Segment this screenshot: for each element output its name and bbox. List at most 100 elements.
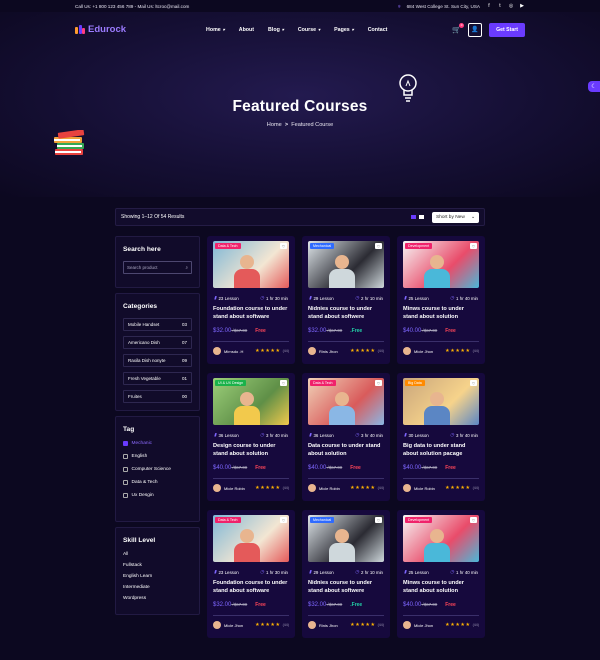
breadcrumb-home[interactable]: Home <box>267 122 282 128</box>
tag-item[interactable]: Ux Desgin <box>123 493 192 498</box>
instructor-name[interactable]: Micle Jhon <box>414 349 433 354</box>
course-thumbnail[interactable]: UI & UX Design ♡ <box>213 378 289 425</box>
avatar[interactable] <box>308 347 316 355</box>
course-card[interactable]: Data & Tech ♡ ▮ 23 Lesson ◷ 1 hr 30 min Fo… <box>207 510 295 638</box>
list-view-icon[interactable] <box>419 215 424 219</box>
category-badge[interactable]: Data & Tech <box>310 380 336 386</box>
heart-icon[interactable]: ♡ <box>375 380 382 386</box>
course-thumbnail[interactable]: Big Data ♡ <box>403 378 479 425</box>
course-title[interactable]: Nidnies course to under stand about soft… <box>308 306 384 322</box>
category-badge[interactable]: Development <box>405 517 433 523</box>
moon-icon[interactable]: ☾ <box>588 81 600 92</box>
instructor-name[interactable]: Mirnsdo .H <box>224 349 243 354</box>
heart-icon[interactable]: ♡ <box>375 517 382 523</box>
course-card[interactable]: Development ♡ ▮ 25 Lesson ◷ 1 hr 40 min Mi… <box>397 236 485 364</box>
course-thumbnail[interactable]: Data & Tech ♡ <box>308 378 384 425</box>
category-item[interactable]: Raxila Dish nonyte 09 <box>123 354 192 367</box>
course-title[interactable]: Foundation course to under stand about s… <box>213 306 289 322</box>
instructor-name[interactable]: Micle Robin <box>414 486 435 491</box>
skill-level-item[interactable]: Wordpress <box>123 596 192 601</box>
checkbox[interactable] <box>123 493 128 498</box>
course-card[interactable]: Big Data ♡ ▮ 30 Lesson ◷ 3 hr 40 min Big d… <box>397 373 485 501</box>
skill-level-item[interactable]: All <box>123 552 192 557</box>
facebook-icon[interactable]: f <box>486 3 492 9</box>
checkbox[interactable] <box>123 441 128 446</box>
avatar[interactable] <box>403 484 411 492</box>
tag-item[interactable]: Computer Science <box>123 467 192 472</box>
category-badge[interactable]: UI & UX Design <box>215 380 247 386</box>
course-thumbnail[interactable]: Data & Tech ♡ <box>213 515 289 562</box>
heart-icon[interactable]: ♡ <box>280 517 287 523</box>
course-title[interactable]: Minws course to under stand about soluti… <box>403 306 479 322</box>
course-title[interactable]: Data course to under stand about solutio… <box>308 443 384 459</box>
course-title[interactable]: Foundation course to under stand about s… <box>213 580 289 596</box>
nav-about[interactable]: About <box>239 27 254 33</box>
course-thumbnail[interactable]: Mechanical ♡ <box>308 515 384 562</box>
avatar[interactable] <box>308 621 316 629</box>
course-card[interactable]: Mechanical ♡ ▮ 29 Lesson ◷ 2 hr 10 min Nid… <box>302 236 390 364</box>
instructor-name[interactable]: Rinis Jhon <box>319 623 338 628</box>
category-item[interactable]: Fresh Vegetable 01 <box>123 372 192 385</box>
brand-logo[interactable]: Edurock <box>75 24 126 35</box>
get-start-button[interactable]: Get Start <box>489 22 525 37</box>
heart-icon[interactable]: ♡ <box>280 243 287 249</box>
nav-course[interactable]: Course ▾ <box>298 27 320 33</box>
search-icon[interactable]: ⌕ <box>185 265 188 270</box>
user-icon[interactable]: 👤 <box>468 22 483 37</box>
course-title[interactable]: Minws course to under stand about soluti… <box>403 580 479 596</box>
skill-level-item[interactable]: English Learn <box>123 574 192 579</box>
course-title[interactable]: Nidnies course to under stand about soft… <box>308 580 384 596</box>
search-input[interactable]: Search product ⌕ <box>123 261 192 274</box>
cart-icon[interactable]: 🛒 0 <box>452 22 465 34</box>
avatar[interactable] <box>213 621 221 629</box>
tag-item[interactable]: Data & Tech <box>123 480 192 485</box>
instructor-name[interactable]: Micle Jhon <box>414 623 433 628</box>
category-badge[interactable]: Data & Tech <box>215 517 241 523</box>
instructor-name[interactable]: Micle Jhon <box>224 623 243 628</box>
youtube-icon[interactable]: ▶ <box>519 3 525 9</box>
course-card[interactable]: Mechanical ♡ ▮ 29 Lesson ◷ 2 hr 10 min Nid… <box>302 510 390 638</box>
category-badge[interactable]: Development <box>405 243 433 249</box>
heart-icon[interactable]: ♡ <box>280 380 287 386</box>
checkbox[interactable] <box>123 454 128 459</box>
course-card[interactable]: Development ♡ ▮ 25 Lesson ◷ 1 hr 40 min Mi… <box>397 510 485 638</box>
nav-pages[interactable]: Pages ▾ <box>334 27 354 33</box>
avatar[interactable] <box>403 347 411 355</box>
category-item[interactable]: Americano Dish 07 <box>123 336 192 349</box>
course-thumbnail[interactable]: Data & Tech ♡ <box>213 241 289 288</box>
avatar[interactable] <box>213 484 221 492</box>
course-thumbnail[interactable]: Mechanical ♡ <box>308 241 384 288</box>
avatar[interactable] <box>308 484 316 492</box>
skill-level-item[interactable]: Intermediate <box>123 585 192 590</box>
checkbox[interactable] <box>123 467 128 472</box>
grid-view-icon[interactable] <box>411 215 416 219</box>
heart-icon[interactable]: ♡ <box>470 380 477 386</box>
tag-item[interactable]: English <box>123 454 192 459</box>
checkbox[interactable] <box>123 480 128 485</box>
instructor-name[interactable]: Rinis Jhon <box>319 349 338 354</box>
course-thumbnail[interactable]: Development ♡ <box>403 515 479 562</box>
category-badge[interactable]: Mechanical <box>310 243 335 249</box>
category-item[interactable]: Fruites 00 <box>123 390 192 403</box>
course-title[interactable]: Big data to under stand about solution p… <box>403 443 479 459</box>
avatar[interactable] <box>403 621 411 629</box>
nav-home[interactable]: Home ▾ <box>206 27 225 33</box>
twitter-icon[interactable]: t <box>497 3 503 9</box>
course-card[interactable]: UI & UX Design ♡ ▮ 36 Lesson ◷ 3 hr 40 min… <box>207 373 295 501</box>
tag-item[interactable]: Mechanic <box>123 441 192 446</box>
nav-contact[interactable]: Contact <box>368 27 388 33</box>
category-badge[interactable]: Big Data <box>405 380 425 386</box>
course-card[interactable]: Data & Tech ♡ ▮ 23 Lesson ◷ 1 hr 30 min Fo… <box>207 236 295 364</box>
nav-blog[interactable]: Blog ▾ <box>268 27 284 33</box>
course-title[interactable]: Design course to under stand about solut… <box>213 443 289 459</box>
heart-icon[interactable]: ♡ <box>470 517 477 523</box>
sort-select[interactable]: Short by New ⌄ <box>432 211 479 223</box>
avatar[interactable] <box>213 347 221 355</box>
course-card[interactable]: Data & Tech ♡ ▮ 36 Lesson ◷ 3 hr 40 min Da… <box>302 373 390 501</box>
course-thumbnail[interactable]: Development ♡ <box>403 241 479 288</box>
instructor-name[interactable]: Micle Robin <box>319 486 340 491</box>
instructor-name[interactable]: Micle Robin <box>224 486 245 491</box>
heart-icon[interactable]: ♡ <box>470 243 477 249</box>
category-badge[interactable]: Data & Tech <box>215 243 241 249</box>
instagram-icon[interactable]: ◎ <box>508 3 514 9</box>
